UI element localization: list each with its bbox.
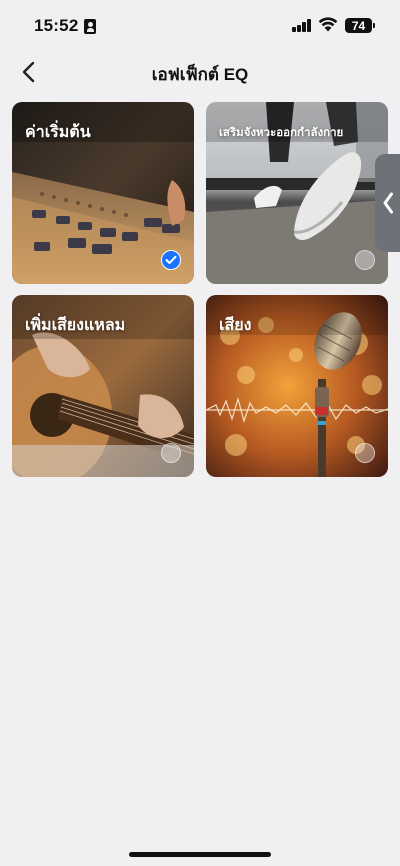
radio-unselected[interactable] — [161, 443, 181, 463]
id-card-icon — [84, 19, 96, 34]
page-title: เอฟเฟ็กต์ EQ — [151, 65, 249, 84]
home-indicator[interactable] — [129, 852, 271, 857]
status-time: 15:52 — [34, 16, 79, 35]
status-bar: 15:52 74 — [0, 0, 400, 52]
effect-card-treble[interactable]: เพิ่มเสียงแหลม — [12, 295, 194, 477]
radio-unselected[interactable] — [355, 443, 375, 463]
effect-label: เสริมจังหวะออกกำลังกาย — [219, 127, 344, 139]
side-panel-handle[interactable] — [375, 154, 400, 252]
wifi-icon — [318, 17, 338, 32]
chevron-left-icon — [383, 192, 393, 214]
effect-card-workout[interactable]: เสริมจังหวะออกกำลังกาย — [206, 102, 388, 284]
effect-label: เพิ่มเสียงแหลม — [25, 317, 126, 334]
effect-label: เสียง — [219, 317, 252, 334]
effect-card-default[interactable]: ค่าเริ่มต้น — [12, 102, 194, 284]
nav-bar: เอฟเฟ็กต์ EQ — [0, 52, 400, 92]
effect-card-vocal[interactable]: เสียง — [206, 295, 388, 477]
effect-label: ค่าเริ่มต้น — [25, 124, 91, 141]
selected-check-icon[interactable] — [161, 250, 181, 270]
signal-icon — [292, 19, 312, 32]
radio-unselected[interactable] — [355, 250, 375, 270]
battery-icon: 74 — [345, 18, 375, 33]
